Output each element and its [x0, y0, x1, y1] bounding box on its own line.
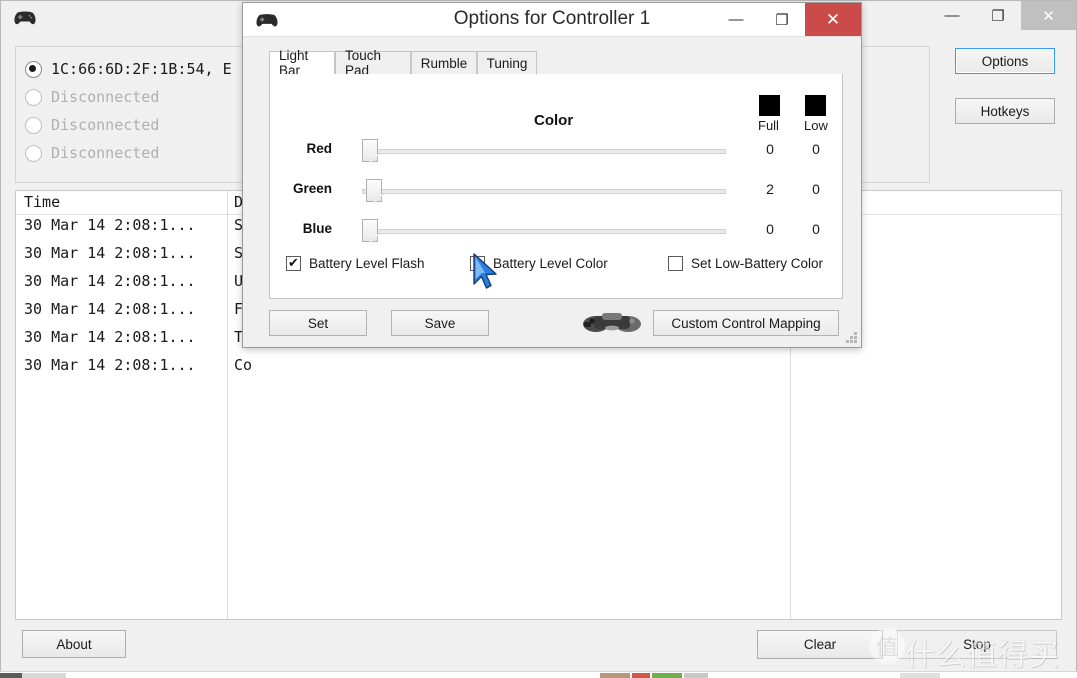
log-cell-time: 30 Mar 14 2:08:1...	[24, 272, 196, 290]
log-cell-time: 30 Mar 14 2:08:1...	[24, 300, 196, 318]
main-maximize-button[interactable]: ❐	[975, 1, 1021, 30]
dialog-maximize-button[interactable]: ❐	[759, 3, 805, 36]
battery-level-flash-label: Battery Level Flash	[309, 256, 425, 271]
gamepad-icon	[14, 11, 36, 25]
dialog-close-button[interactable]: ✕	[805, 3, 861, 36]
red-label: Red	[306, 141, 332, 156]
controller-row-2[interactable]: Disconnected	[25, 83, 159, 111]
red-channel-row: Red 0 0	[270, 135, 842, 167]
tab-tuning[interactable]: Tuning	[477, 51, 537, 75]
light-bar-panel: Color Full Low Red 0 0 Green 2 0 Blue 0 …	[269, 74, 843, 299]
gamepad-icon	[583, 313, 641, 332]
desktop-bottom-strip	[0, 671, 1077, 678]
clear-button[interactable]: Clear	[757, 630, 883, 659]
lightbar-checkbox-row: Battery Level Flash Battery Level Color …	[270, 255, 842, 278]
blue-low-value: 0	[812, 221, 820, 237]
green-slider-track[interactable]	[362, 189, 726, 194]
log-cell-time: 30 Mar 14 2:08:1...	[24, 244, 196, 262]
red-full-value: 0	[766, 141, 774, 157]
blue-slider-track[interactable]	[362, 229, 726, 234]
table-row[interactable]: 30 Mar 14 2:08:1... Co	[16, 356, 1061, 375]
blue-label: Blue	[302, 221, 332, 236]
low-column-header: Low	[804, 118, 828, 133]
blue-full-value: 0	[766, 221, 774, 237]
log-cell-time: 30 Mar 14 2:08:1...	[24, 216, 196, 234]
full-battery-color-swatch[interactable]	[759, 95, 780, 116]
battery-level-color-checkbox[interactable]	[470, 256, 485, 271]
controller-label-1: 1C:66:6D:2F:1B:54, E	[51, 60, 232, 78]
log-cell-time: 30 Mar 14 2:08:1...	[24, 356, 196, 374]
green-channel-row: Green 2 0	[270, 175, 842, 207]
blue-channel-row: Blue 0 0	[270, 215, 842, 247]
dialog-minimize-button[interactable]: —	[713, 3, 759, 36]
options-button[interactable]: Options	[955, 48, 1055, 74]
battery-level-flash-checkbox[interactable]	[286, 255, 301, 271]
set-button[interactable]: Set	[269, 310, 367, 336]
blue-slider-thumb[interactable]	[362, 219, 378, 242]
battery-level-color-row[interactable]: Battery Level Color	[470, 256, 608, 271]
tab-touch-pad[interactable]: Touch Pad	[335, 48, 411, 78]
set-low-battery-color-checkbox[interactable]	[668, 256, 683, 271]
low-battery-color-swatch[interactable]	[805, 95, 826, 116]
main-minimize-button[interactable]: —	[929, 1, 975, 30]
main-close-button[interactable]: ✕	[1021, 1, 1076, 30]
log-cell-data: Co	[234, 356, 253, 374]
red-slider-thumb[interactable]	[362, 139, 378, 162]
controller-label-2: Disconnected	[51, 88, 160, 106]
log-cell-time: 30 Mar 14 2:08:1...	[24, 328, 196, 346]
color-section-title: Color	[534, 112, 574, 129]
controller-label-3: Disconnected	[51, 116, 160, 134]
red-low-value: 0	[812, 141, 820, 157]
tab-light-bar[interactable]: Light Bar	[269, 48, 335, 78]
dialog-resize-grip[interactable]	[846, 332, 858, 344]
set-low-battery-color-label: Set Low-Battery Color	[691, 256, 824, 271]
controller-row-1[interactable]: 1C:66:6D:2F:1B:54, E	[25, 55, 232, 83]
battery-level-color-label: Battery Level Color	[493, 256, 608, 271]
about-button[interactable]: About	[22, 630, 126, 658]
green-slider-thumb[interactable]	[366, 179, 382, 202]
save-button[interactable]: Save	[391, 310, 489, 336]
green-full-value: 2	[766, 181, 774, 197]
green-label: Green	[292, 181, 332, 196]
tabstrip: Light Bar Touch Pad Rumble Tuning	[269, 48, 843, 78]
controller-label-4: Disconnected	[51, 144, 160, 162]
controller-radio-3[interactable]	[25, 116, 42, 134]
controller-radio-1[interactable]	[25, 60, 42, 78]
stop-button[interactable]: Stop	[897, 630, 1057, 659]
custom-control-mapping-button[interactable]: Custom Control Mapping	[653, 310, 839, 336]
tab-rumble[interactable]: Rumble	[411, 51, 477, 75]
dialog-titlebar[interactable]: Options for Controller 1 — ❐ ✕	[243, 3, 861, 37]
log-column-time: Time	[24, 193, 61, 211]
red-slider-track[interactable]	[362, 149, 726, 154]
set-low-battery-color-row[interactable]: Set Low-Battery Color	[668, 256, 823, 271]
full-column-header: Full	[758, 118, 779, 133]
hotkeys-button[interactable]: Hotkeys	[955, 98, 1055, 124]
controller-radio-4[interactable]	[25, 144, 42, 162]
controller-row-4[interactable]: Disconnected	[25, 139, 159, 167]
options-dialog: Options for Controller 1 — ❐ ✕ Light Bar…	[242, 2, 862, 348]
green-low-value: 0	[812, 181, 820, 197]
battery-level-flash-row[interactable]: Battery Level Flash	[286, 255, 425, 271]
controller-row-3[interactable]: Disconnected	[25, 111, 159, 139]
controller-radio-2[interactable]	[25, 88, 42, 106]
